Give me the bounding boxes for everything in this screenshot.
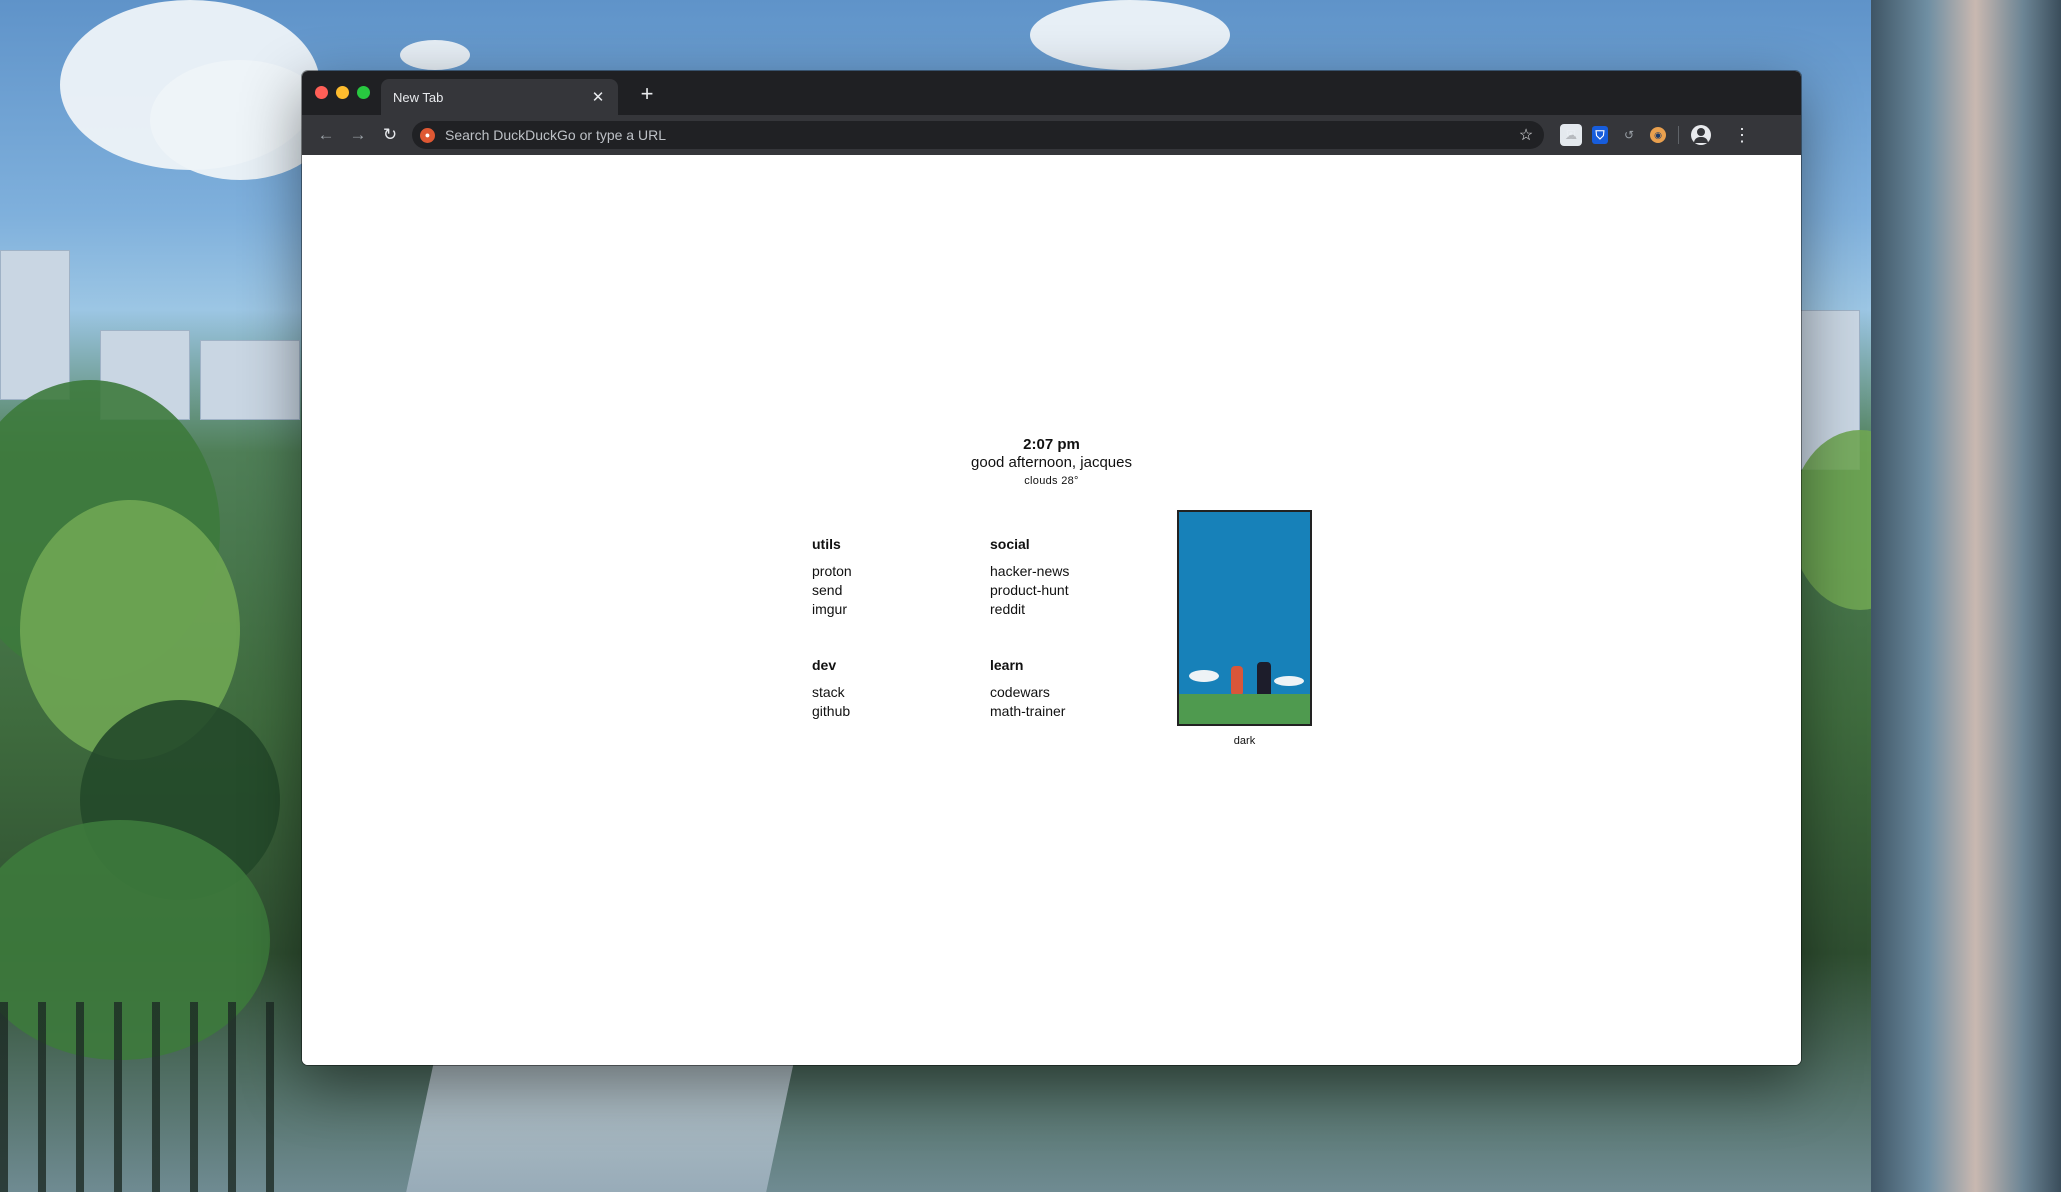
link-send[interactable]: send [812, 581, 962, 600]
greeting-text: good afternoon, jacques [971, 454, 1132, 471]
browser-window: New Tab ✕ + ← → ↻ ● ☆ ⛨ ☁ ⛉ ↺ ◉ ⋮ 2:07 p… [302, 71, 1801, 1065]
startpage: 2:07 pm good afternoon, jacques clouds 2… [302, 155, 1801, 1065]
link-group-social: social hacker-news product-hunt reddit [990, 536, 1140, 619]
cloud-icon[interactable]: ☁ [1560, 124, 1582, 146]
duckduckgo-icon: ● [420, 127, 435, 143]
link-reddit[interactable]: reddit [990, 600, 1140, 619]
toolbar-separator [1678, 126, 1679, 144]
link-product-hunt[interactable]: product-hunt [990, 581, 1140, 600]
link-github[interactable]: github [812, 702, 962, 721]
bookmark-star-icon[interactable]: ☆ [1516, 125, 1536, 145]
minimize-window-button[interactable] [336, 86, 349, 99]
reload-button[interactable]: ↻ [374, 119, 406, 151]
tab-new-tab[interactable]: New Tab ✕ [381, 79, 618, 115]
link-codewars[interactable]: codewars [990, 683, 1140, 702]
forward-button[interactable]: → [342, 119, 374, 151]
group-title: learn [990, 657, 1024, 673]
link-imgur[interactable]: imgur [812, 600, 962, 619]
theme-label: dark [1233, 735, 1256, 747]
back-button[interactable]: ← [310, 119, 342, 151]
weather-text: clouds 28° [1024, 475, 1079, 487]
address-bar[interactable]: ● ☆ [412, 121, 1544, 149]
bitwarden-icon[interactable]: ⛉ [1592, 126, 1608, 144]
close-window-button[interactable] [315, 86, 328, 99]
link-group-utils: utils proton send imgur [812, 536, 962, 619]
group-title: social [990, 536, 1030, 552]
profile-avatar-icon[interactable] [1691, 125, 1711, 145]
theme-preview-image[interactable] [1177, 510, 1312, 726]
link-group-dev: dev stack github [812, 657, 962, 721]
tab-title: New Tab [393, 89, 444, 105]
link-hacker-news[interactable]: hacker-news [990, 562, 1140, 581]
browser-toolbar: ← → ↻ ● ☆ ⛨ ☁ ⛉ ↺ ◉ ⋮ [302, 115, 1801, 155]
octotree-icon[interactable]: ◉ [1650, 127, 1666, 143]
extensions-area: ⛨ ☁ ⛉ ↺ ◉ ⋮ [1560, 124, 1751, 146]
link-stack[interactable]: stack [812, 683, 962, 702]
address-input[interactable] [445, 127, 1516, 143]
link-group-learn: learn codewars math-trainer [990, 657, 1140, 721]
window-controls [315, 86, 370, 99]
link-proton[interactable]: proton [812, 562, 962, 581]
group-title: dev [812, 657, 837, 673]
group-title: utils [812, 536, 841, 552]
new-tab-button[interactable]: + [632, 79, 662, 109]
browser-menu-icon[interactable]: ⋮ [1733, 125, 1751, 146]
history-icon[interactable]: ↺ [1618, 124, 1640, 146]
tab-strip: New Tab ✕ + [302, 71, 1801, 115]
clock-time: 2:07 pm [1023, 436, 1080, 453]
link-math-trainer[interactable]: math-trainer [990, 702, 1140, 721]
close-tab-icon[interactable]: ✕ [590, 88, 606, 106]
fullscreen-window-button[interactable] [357, 86, 370, 99]
